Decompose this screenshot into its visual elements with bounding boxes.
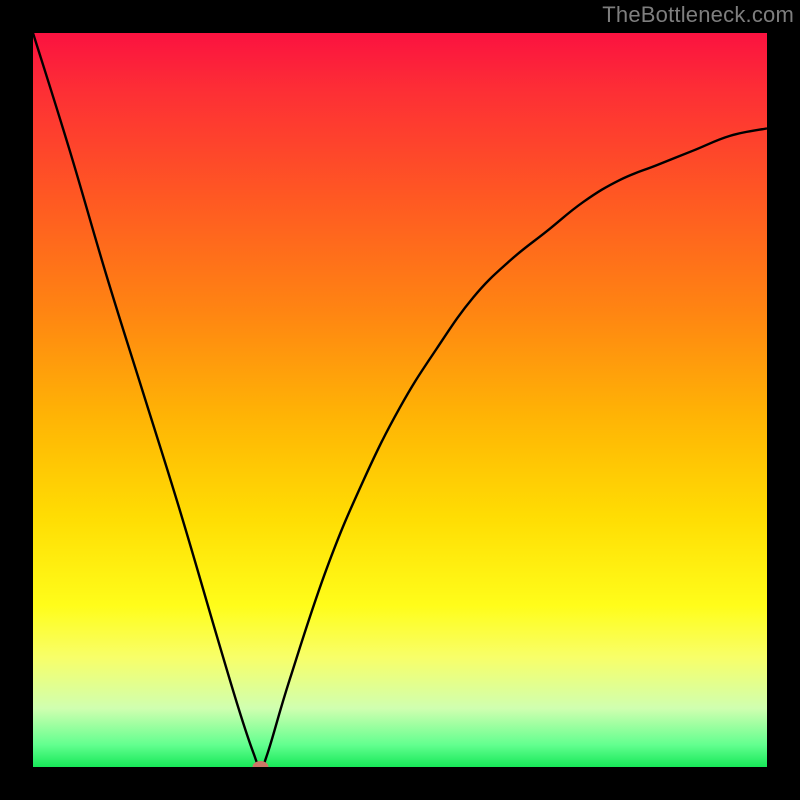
curve-layer bbox=[33, 33, 767, 767]
watermark-text: TheBottleneck.com bbox=[602, 2, 794, 28]
bottleneck-curve bbox=[33, 33, 767, 767]
minimum-marker bbox=[253, 761, 269, 767]
chart-container: TheBottleneck.com bbox=[0, 0, 800, 800]
plot-area bbox=[33, 33, 767, 767]
